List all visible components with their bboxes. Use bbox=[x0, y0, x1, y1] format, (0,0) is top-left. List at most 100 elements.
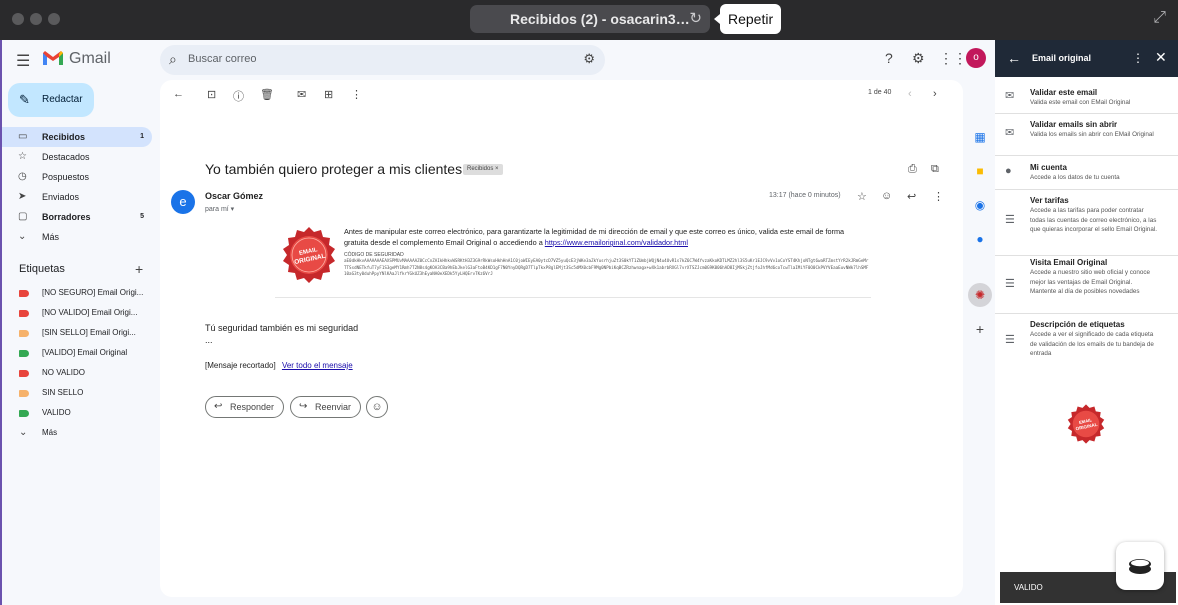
validator-link[interactable]: https://www.emailoriginal.com/validador.… bbox=[545, 238, 688, 247]
label-item[interactable]: VALIDO bbox=[2, 403, 152, 423]
sidebar-item-label: Destacados bbox=[42, 152, 90, 162]
label-text: [VALIDO] Email Original bbox=[42, 348, 128, 357]
mark-unread-icon[interactable]: ✉ bbox=[297, 88, 306, 101]
compose-button[interactable]: ✎ Redactar bbox=[8, 83, 94, 117]
prev-icon[interactable]: ‹ bbox=[908, 88, 912, 100]
report-spam-icon[interactable]: ⓘ bbox=[233, 88, 244, 104]
sidebar-item-label: Recibidos bbox=[42, 132, 86, 142]
more-options-icon[interactable]: ⋮ bbox=[351, 88, 362, 101]
panel-item-validate-unread[interactable]: ✉ Validar emails sin abrir Valida los em… bbox=[995, 114, 1178, 156]
label-item[interactable]: [VALIDO] Email Original bbox=[2, 343, 152, 363]
panel-item-desc: Accede a los datos de tu cuenta bbox=[1030, 174, 1120, 181]
label-tag-icon bbox=[19, 330, 29, 337]
panel-item-title: Validar este email bbox=[1030, 88, 1098, 97]
search-bar[interactable]: ⌕ Buscar correo ⚙ bbox=[160, 45, 605, 75]
add-label-icon[interactable]: + bbox=[135, 261, 143, 277]
more-icon[interactable]: ⋮ bbox=[933, 190, 944, 203]
next-icon[interactable]: › bbox=[933, 88, 937, 100]
label-item[interactable]: [SIN SELLO] Email Origi... bbox=[2, 323, 152, 343]
email-original-addon-icon[interactable]: ✺ bbox=[968, 283, 992, 307]
sidebar-item-snoozed[interactable]: ◷ Pospuestos bbox=[2, 167, 152, 187]
forward-label: Reenviar bbox=[315, 402, 352, 412]
panel-item-validate[interactable]: ✉ Validar este email Valida este email c… bbox=[995, 80, 1178, 114]
add-addon-icon[interactable]: + bbox=[971, 320, 989, 338]
contacts-icon[interactable]: ● bbox=[971, 230, 989, 248]
validation-banner-text: Antes de manipular este correo electróni… bbox=[344, 226, 864, 248]
label-item[interactable]: SIN SELLO bbox=[2, 383, 152, 403]
search-options-icon[interactable]: ⚙ bbox=[583, 51, 595, 67]
chevron-down-icon: ⌄ bbox=[18, 231, 27, 242]
sidebar-item-inbox[interactable]: ▭ Recibidos 1 bbox=[2, 127, 152, 147]
panel-item-desc: Accede a ver el significado de cada etiq… bbox=[1030, 331, 1154, 358]
sidebar-item-drafts[interactable]: ▢ Borradores 5 bbox=[2, 207, 152, 227]
search-input[interactable]: Buscar correo bbox=[188, 53, 256, 65]
repeat-tooltip: Repetir bbox=[713, 4, 782, 34]
window-title[interactable]: Recibidos (2) - osacarin3… ↻ bbox=[470, 5, 710, 33]
sidebar-item-starred[interactable]: ☆ Destacados bbox=[2, 147, 152, 167]
label-item[interactable]: NO VALIDO bbox=[2, 363, 152, 383]
label-tag-icon bbox=[19, 410, 29, 417]
send-icon: ➤ bbox=[18, 191, 27, 202]
keep-icon[interactable]: ■ bbox=[971, 162, 989, 180]
open-new-window-icon[interactable]: ⧉ bbox=[931, 163, 939, 176]
delete-icon[interactable]: 🗑 bbox=[260, 88, 274, 101]
sidebar-item-sent[interactable]: ➤ Enviados bbox=[2, 187, 152, 207]
panel-item-labels[interactable]: ☰ Descripción de etiquetas Accede a ver … bbox=[995, 314, 1178, 366]
message-pane: ← ⊡ ⓘ 🗑 ✉ ⊞ ⋮ 1 de 40 ‹ › Yo también qui… bbox=[160, 80, 963, 597]
list-icon: ☰ bbox=[1005, 214, 1015, 226]
calendar-icon[interactable]: ▦ bbox=[971, 128, 989, 146]
back-arrow-icon[interactable]: ← bbox=[1007, 50, 1021, 66]
star-icon: ☆ bbox=[18, 151, 27, 162]
compose-label: Redactar bbox=[42, 94, 83, 105]
panel-item-title: Validar emails sin abrir bbox=[1030, 120, 1118, 129]
inbox-icon: ▭ bbox=[18, 131, 28, 142]
emoji-reaction-button[interactable]: ☺ bbox=[366, 396, 388, 418]
label-item[interactable]: [NO SEGURO] Email Origi... bbox=[2, 283, 152, 303]
view-entire-message-link[interactable]: Ver todo el mensaje bbox=[282, 361, 353, 370]
label-text: VALIDO bbox=[42, 408, 71, 417]
stack-fab-button[interactable] bbox=[1116, 542, 1164, 590]
expand-icon[interactable]: ⤢ bbox=[1153, 9, 1166, 27]
sidebar-nav: ▭ Recibidos 1 ☆ Destacados ◷ Pospuestos … bbox=[2, 127, 152, 247]
inbox-chip[interactable]: Recibidos × bbox=[463, 164, 503, 175]
panel-item-pricing[interactable]: ☰ Ver tarifas Accede a las tarifas para … bbox=[995, 190, 1178, 256]
zoom-window-button[interactable] bbox=[48, 13, 60, 25]
settings-icon[interactable]: ⚙ bbox=[912, 50, 925, 67]
move-to-icon[interactable]: ⊞ bbox=[324, 88, 333, 101]
panel-item-account[interactable]: ● Mi cuenta Accede a los datos de tu cue… bbox=[995, 156, 1178, 190]
reload-icon[interactable]: ↻ bbox=[689, 5, 702, 33]
more-options-icon[interactable]: ⋮ bbox=[1132, 51, 1144, 65]
forward-button[interactable]: ↪ Reenviar bbox=[290, 396, 362, 418]
label-tag-icon bbox=[19, 290, 29, 297]
labels-more[interactable]: ⌄ Más bbox=[2, 423, 152, 443]
print-icon[interactable]: ⎙ bbox=[908, 163, 917, 176]
close-window-button[interactable] bbox=[12, 13, 24, 25]
gmail-logo-text: Gmail bbox=[69, 50, 111, 67]
reply-button[interactable]: ↩ Responder bbox=[205, 396, 285, 418]
close-icon[interactable]: ✕ bbox=[1155, 49, 1167, 66]
tasks-icon[interactable]: ◉ bbox=[971, 196, 989, 214]
archive-icon[interactable]: ⊡ bbox=[207, 88, 216, 101]
label-item[interactable]: [NO VALIDO] Email Origi... bbox=[2, 303, 152, 323]
recipient-details[interactable]: para mí ▾ bbox=[205, 205, 234, 213]
minimize-window-button[interactable] bbox=[30, 13, 42, 25]
search-icon[interactable]: ⌕ bbox=[169, 51, 177, 68]
banner-divider bbox=[275, 297, 871, 298]
apps-grid-icon[interactable]: ⋮⋮ bbox=[939, 50, 967, 67]
label-text: [NO SEGURO] Email Origi... bbox=[42, 288, 144, 297]
email-original-seal-icon: EMAIL ORIGINAL bbox=[283, 227, 335, 283]
menu-icon[interactable]: ☰ bbox=[16, 51, 30, 71]
account-avatar[interactable]: o bbox=[966, 48, 986, 68]
reply-icon[interactable]: ↩ bbox=[907, 190, 916, 203]
star-icon[interactable]: ☆ bbox=[857, 190, 867, 203]
sender-name[interactable]: Oscar Gómez bbox=[205, 191, 263, 201]
clipped-text: [Mensaje recortado] bbox=[205, 361, 276, 370]
label-text: Más bbox=[42, 428, 58, 437]
sender-avatar[interactable]: e bbox=[171, 190, 195, 214]
panel-item-visit[interactable]: ☰ Visita Email Original Accede a nuestro… bbox=[995, 256, 1178, 314]
panel-item-title: Descripción de etiquetas bbox=[1030, 320, 1125, 329]
help-icon[interactable]: ? bbox=[885, 50, 893, 66]
back-arrow-icon[interactable]: ← bbox=[173, 88, 184, 100]
emoji-icon[interactable]: ☺ bbox=[881, 190, 892, 202]
sidebar-item-more[interactable]: ⌄ Más bbox=[2, 227, 152, 247]
